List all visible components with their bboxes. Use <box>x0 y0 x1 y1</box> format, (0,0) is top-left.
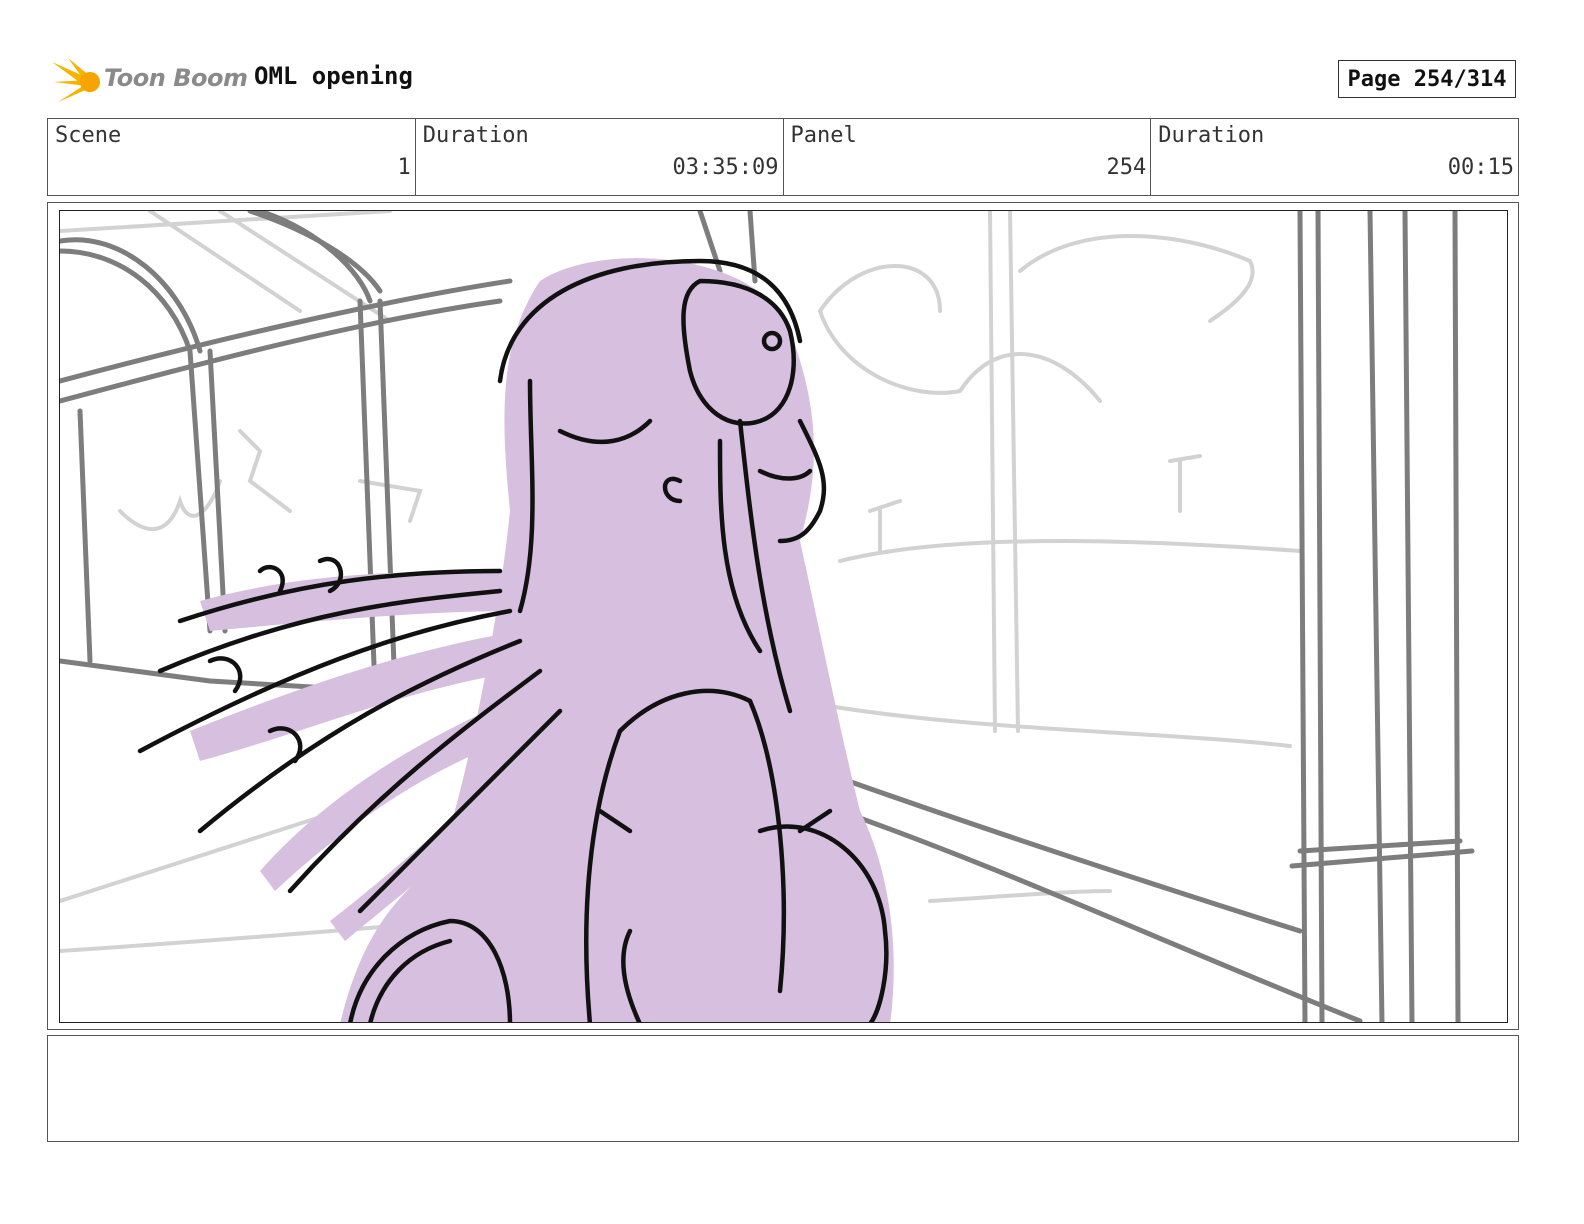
scene-label: Scene <box>55 123 122 148</box>
storyboard-sketch <box>60 211 1475 1022</box>
scene-cell: Scene 1 <box>48 119 416 195</box>
panel-duration-value: 00:15 <box>1447 155 1514 180</box>
panel-value: 254 <box>1106 155 1147 180</box>
character-fill <box>190 258 894 1022</box>
page-number: Page 254/314 <box>1338 60 1516 98</box>
info-table: Scene 1 Duration 03:35:09 Panel 254 Dura… <box>47 118 1519 196</box>
duration-cell: Duration 03:35:09 <box>416 119 784 195</box>
panel-label: Panel <box>790 123 857 148</box>
panel-duration-label: Duration <box>1158 123 1265 148</box>
brand-name: Toon Boom <box>104 64 248 92</box>
panel-duration-cell: Duration 00:15 <box>1151 119 1518 195</box>
notes-box <box>47 1035 1519 1142</box>
duration-label: Duration <box>422 123 529 148</box>
scene-value: 1 <box>397 155 411 180</box>
duration-value: 03:35:09 <box>672 155 779 180</box>
panel-cell: Panel 254 <box>784 119 1152 195</box>
document-title: OML opening <box>254 62 413 90</box>
panel-artwork <box>59 210 1508 1023</box>
starburst-icon <box>52 58 100 102</box>
